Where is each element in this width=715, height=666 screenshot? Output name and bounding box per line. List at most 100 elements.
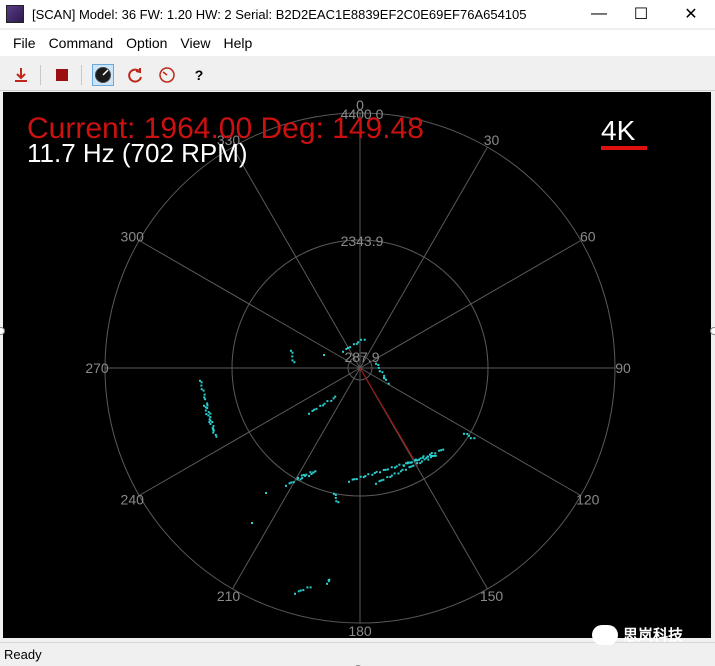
scan-point xyxy=(408,461,411,464)
status-text: Ready xyxy=(4,646,42,662)
right-resize-handle[interactable] xyxy=(710,327,715,335)
scan-point xyxy=(357,341,360,344)
scan-point xyxy=(203,396,206,399)
ring-label: 2343.9 xyxy=(341,233,384,249)
scan-point xyxy=(302,589,305,592)
scan-point xyxy=(315,407,318,410)
download-button[interactable] xyxy=(10,64,32,86)
scan-point xyxy=(355,478,358,481)
scan-point xyxy=(212,431,215,434)
radar-plot: 03060901201501802102402703003304400.0234… xyxy=(27,97,647,638)
scan-point xyxy=(334,395,337,398)
scan-point xyxy=(309,586,312,589)
scan-point xyxy=(285,484,287,487)
scan-point xyxy=(332,397,335,400)
minimize-icon: — xyxy=(591,5,607,22)
scan-point xyxy=(204,398,207,401)
scan-point xyxy=(384,468,387,471)
scan-point xyxy=(410,465,413,468)
angle-spoke xyxy=(359,367,582,496)
scan-point xyxy=(427,458,430,461)
scan-point xyxy=(383,374,386,377)
wechat-icon xyxy=(592,624,618,645)
scan-point xyxy=(438,449,441,452)
scan-point xyxy=(359,338,362,341)
scan-point xyxy=(469,437,472,440)
title-bar: [SCAN] Model: 36 FW: 1.20 HW: 2 Serial: … xyxy=(0,0,715,28)
scan-point xyxy=(208,421,211,424)
scan-point xyxy=(212,429,215,431)
angle-label: 270 xyxy=(85,360,109,376)
scan-point xyxy=(430,452,433,455)
scan-point xyxy=(380,479,383,482)
scan-point xyxy=(288,482,291,485)
scan-point xyxy=(300,474,303,477)
gauge-icon xyxy=(159,67,175,83)
scan-point xyxy=(348,480,350,483)
scan-point xyxy=(426,455,429,458)
scan-point xyxy=(334,496,337,499)
scan-point xyxy=(466,433,469,435)
scan-view-button[interactable] xyxy=(92,64,114,86)
scan-point xyxy=(406,462,409,465)
scan-point xyxy=(395,465,398,468)
scan-point xyxy=(412,464,415,467)
scan-point xyxy=(290,481,293,484)
scan-point xyxy=(422,455,425,458)
toolbar-separator xyxy=(81,65,82,85)
scan-point xyxy=(397,472,400,475)
scan-point xyxy=(291,351,294,354)
mode-badge-underline xyxy=(601,146,647,150)
scan-point xyxy=(211,421,214,423)
maximize-button[interactable]: ☐ xyxy=(618,0,664,28)
scan-point xyxy=(203,404,205,407)
scan-point xyxy=(410,461,413,464)
scan-point xyxy=(378,370,381,373)
scan-point xyxy=(209,416,212,419)
gauge-button[interactable] xyxy=(156,64,178,86)
toolbar-separator xyxy=(40,65,41,85)
scan-point xyxy=(404,468,407,471)
scan-point xyxy=(367,473,370,476)
angle-label: 30 xyxy=(484,132,500,148)
scan-point xyxy=(363,338,366,341)
help-button[interactable]: ? xyxy=(188,64,210,86)
scan-point xyxy=(442,448,445,451)
angle-label: 180 xyxy=(348,623,372,638)
menu-option[interactable]: Option xyxy=(122,35,176,51)
scan-point xyxy=(302,473,305,476)
close-button[interactable]: ✕ xyxy=(668,0,714,28)
menu-help[interactable]: Help xyxy=(220,35,262,51)
scan-point xyxy=(291,355,294,358)
scan-point xyxy=(297,590,300,593)
scan-point xyxy=(207,414,210,417)
scan-point xyxy=(299,589,302,592)
app-icon[interactable] xyxy=(6,5,24,23)
scan-point xyxy=(290,349,292,352)
menu-command[interactable]: Command xyxy=(45,35,123,51)
refresh-button[interactable] xyxy=(124,64,146,86)
menu-file[interactable]: File xyxy=(0,35,45,51)
stop-button[interactable] xyxy=(51,64,73,86)
scan-point xyxy=(292,481,295,484)
radar-view[interactable]: 0 30 60 90 120 150 180 210 240 270 300 330 4400.0 234… xyxy=(3,92,711,638)
scan-point xyxy=(398,463,401,466)
scan-point xyxy=(431,455,434,457)
scan-point xyxy=(403,464,405,467)
rate-readout: 11.7 Hz (702 RPM) xyxy=(27,138,248,168)
scan-point xyxy=(429,453,431,456)
ring-label: 287.9 xyxy=(344,349,379,365)
scan-point xyxy=(463,432,465,435)
minimize-button[interactable]: — xyxy=(576,0,622,28)
status-bar: Ready xyxy=(0,642,715,665)
scan-point xyxy=(204,409,207,412)
scan-point xyxy=(382,478,385,481)
scan-point xyxy=(314,470,317,473)
scan-point xyxy=(378,480,381,483)
watermark: 思岚科技 xyxy=(592,624,683,645)
scan-point xyxy=(333,492,335,495)
menu-view[interactable]: View xyxy=(176,35,219,51)
scan-point xyxy=(297,476,299,479)
help-icon: ? xyxy=(194,67,204,83)
scan-point xyxy=(209,422,212,425)
